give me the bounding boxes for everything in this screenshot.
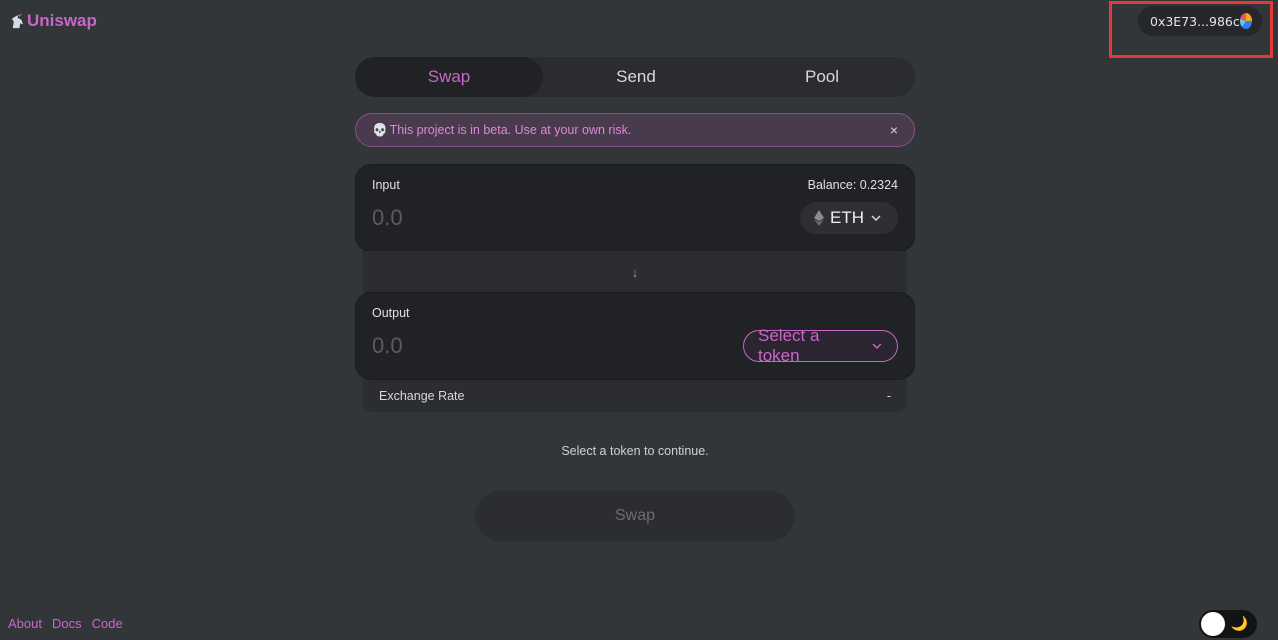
footer-links: About Docs Code (8, 616, 123, 631)
input-label: Input (372, 178, 400, 192)
skull-icon: 💀 (372, 122, 388, 137)
tab-swap[interactable]: Swap (355, 57, 543, 97)
swap-button[interactable]: Swap (475, 491, 795, 541)
output-amount-field[interactable] (372, 333, 672, 359)
input-token-select-button[interactable]: ETH (800, 202, 898, 234)
footer-link-code[interactable]: Code (92, 616, 123, 631)
exchange-rate-value: - (886, 389, 891, 403)
tab-pool[interactable]: Pool (729, 57, 915, 97)
brand-logo[interactable]: Uniswap (10, 11, 97, 31)
output-label: Output (372, 306, 410, 320)
footer-link-about[interactable]: About (8, 616, 42, 631)
output-panel: Output Select a token (355, 292, 915, 380)
status-hint: Select a token to continue. (561, 444, 709, 458)
dark-mode-toggle[interactable]: 🌙 (1199, 610, 1257, 638)
wallet-address-button[interactable]: 0x3E73...986c (1138, 6, 1262, 36)
exchange-rate-row: Exchange Rate - (363, 380, 907, 412)
input-panel: Input Balance: 0.2324 ETH (355, 164, 915, 252)
eth-icon (814, 210, 824, 226)
nav-tabs: Swap Send Pool (355, 57, 915, 97)
beta-message: 💀 This project is in beta. Use at your ow… (372, 123, 631, 138)
toggle-knob (1201, 612, 1225, 636)
input-amount-field[interactable] (372, 205, 672, 231)
arrow-down-icon: ↓ (631, 264, 639, 280)
exchange-rate-label: Exchange Rate (379, 389, 465, 403)
output-token-label: Select a token (758, 326, 820, 365)
unicorn-icon (11, 13, 24, 28)
input-balance: Balance: 0.2324 (807, 178, 898, 192)
chevron-down-icon (871, 215, 881, 221)
wallet-address: 0x3E73...986c (1150, 13, 1240, 29)
beta-text: This project is in beta. Use at your own… (389, 122, 632, 137)
tab-send[interactable]: Send (543, 57, 729, 97)
close-icon[interactable]: × (890, 122, 898, 138)
footer-link-docs[interactable]: Docs (52, 616, 82, 631)
beta-banner: 💀 This project is in beta. Use at your ow… (355, 113, 915, 147)
brand-name: Uniswap (27, 11, 97, 30)
output-token-select-button[interactable]: Select a token (743, 326, 898, 365)
swap-direction-arrow[interactable]: ↓ (363, 251, 907, 293)
jazzicon-avatar (1239, 13, 1252, 29)
input-token-symbol: ETH (830, 208, 864, 227)
moon-icon: 🌙 (1230, 615, 1248, 631)
chevron-down-icon (872, 343, 882, 349)
